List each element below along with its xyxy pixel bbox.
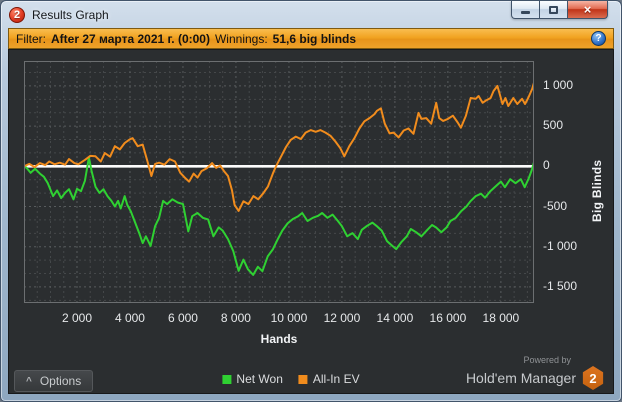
maximize-icon	[549, 5, 558, 14]
results-graph-window: 2 Results Graph × Filter: After 27 марта…	[0, 0, 622, 402]
legend-label: All-In EV	[312, 372, 360, 386]
maximize-button[interactable]	[540, 1, 567, 19]
y-tick-label: 1 000	[543, 77, 574, 92]
powered-by-label: Powered by	[523, 355, 571, 365]
chart-panel: 1 000 500 0 -500 -1 000 -1 500 2 000 4 000 6 000…	[8, 49, 614, 394]
winnings-value: 51,6 big blinds	[272, 31, 357, 46]
window-title: Results Graph	[32, 7, 109, 22]
legend-item-all-in-ev: All-In EV	[298, 372, 360, 386]
filter-value: After 27 марта 2021 г. (0:00)	[51, 31, 210, 46]
y-tick-label: -1 500	[543, 278, 578, 293]
y-axis-title: Big Blinds	[590, 159, 604, 223]
x-tick-label: 12 000	[323, 311, 361, 325]
chevron-up-icon: ^	[26, 376, 32, 387]
minimize-icon	[521, 10, 530, 14]
legend-item-net-won: Net Won	[222, 372, 283, 386]
x-tick-label: 2 000	[61, 311, 92, 325]
winnings-label: Winnings:	[214, 31, 268, 46]
y-tick-label: -1 000	[543, 238, 578, 253]
close-button[interactable]: ×	[567, 1, 608, 19]
options-button-label: Options	[39, 374, 82, 388]
minimize-button[interactable]	[511, 1, 540, 19]
plot-border	[24, 61, 534, 303]
y-tick-label: -500	[543, 198, 568, 213]
y-tick-label: 0	[543, 158, 550, 173]
x-tick-label: 8 000	[220, 311, 251, 325]
x-axis-title: Hands	[260, 332, 298, 346]
info-icon[interactable]: ?	[591, 31, 606, 46]
results-graph-plot[interactable]	[24, 61, 534, 303]
hm2-badge-icon: 2	[582, 366, 604, 390]
filter-label: Filter:	[16, 31, 46, 46]
window-controls: ×	[511, 1, 608, 19]
legend-label: Net Won	[236, 372, 283, 386]
brand-name: Hold'em Manager	[465, 370, 576, 386]
powered-by: Powered by Hold'em Manager 2	[466, 355, 604, 390]
x-tick-label: 10 000	[270, 311, 308, 325]
y-tick-label: 500	[543, 118, 564, 133]
all-in-ev-swatch-icon	[298, 374, 308, 384]
series-net-won	[24, 156, 534, 276]
chart-legend: Net Won All-In EV	[222, 372, 360, 386]
options-button[interactable]: ^ Options	[14, 370, 94, 392]
close-icon: ×	[583, 2, 592, 17]
net-won-swatch-icon	[222, 374, 232, 384]
x-tick-label: 4 000	[114, 311, 145, 325]
hm2-logo-icon: 2	[9, 6, 25, 23]
filter-bar: Filter: After 27 марта 2021 г. (0:00) Wi…	[8, 28, 614, 49]
x-tick-label: 6 000	[167, 311, 198, 325]
x-tick-label: 14 000	[376, 311, 414, 325]
x-tick-label: 16 000	[429, 311, 467, 325]
x-tick-label: 18 000	[482, 311, 520, 325]
